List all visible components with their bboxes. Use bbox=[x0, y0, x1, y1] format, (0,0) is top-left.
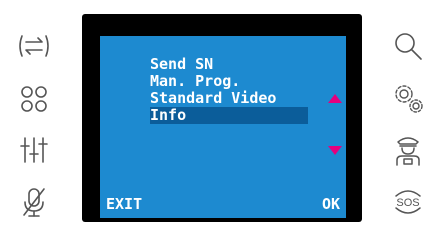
concierge-icon[interactable] bbox=[386, 128, 430, 172]
scroll-up-arrow-icon[interactable] bbox=[328, 94, 342, 103]
intercom-panel: SOS Send SN Man. Prog. Standard Video In… bbox=[0, 0, 440, 242]
sos-label: SOS bbox=[396, 197, 419, 209]
menu-item-man-prog[interactable]: Man. Prog. bbox=[150, 73, 240, 90]
mute-microphone-icon[interactable] bbox=[12, 180, 56, 224]
menu-item-send-sn[interactable]: Send SN bbox=[150, 56, 213, 73]
scroll-down-arrow-icon[interactable] bbox=[328, 146, 342, 155]
menu-item-info[interactable]: Info bbox=[150, 107, 308, 124]
sos-icon[interactable]: SOS bbox=[386, 180, 430, 224]
gears-icon[interactable] bbox=[386, 76, 430, 120]
sliders-icon[interactable] bbox=[12, 128, 56, 172]
ok-softkey[interactable]: OK bbox=[322, 196, 340, 213]
transfer-arrows-icon[interactable] bbox=[12, 24, 56, 68]
four-circles-icon[interactable] bbox=[12, 76, 56, 120]
search-icon[interactable] bbox=[386, 24, 430, 68]
display-screen: Send SN Man. Prog. Standard Video Info E… bbox=[100, 36, 346, 218]
menu-item-standard-video[interactable]: Standard Video bbox=[150, 90, 276, 107]
exit-softkey[interactable]: EXIT bbox=[106, 196, 142, 213]
